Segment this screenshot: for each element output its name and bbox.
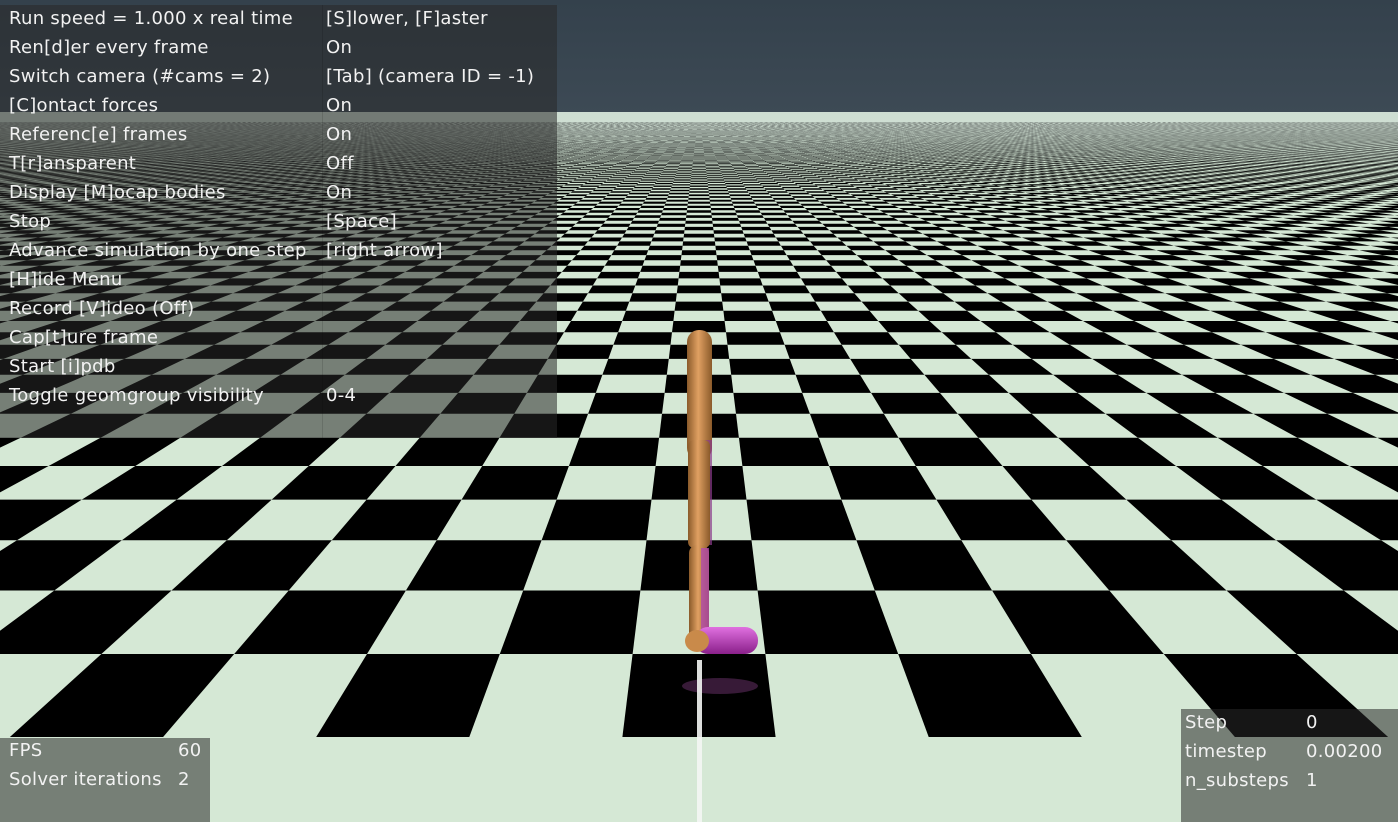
row-label: Step bbox=[1185, 708, 1227, 737]
row-label: [C]ontact forces bbox=[9, 91, 158, 120]
step-stats-panel: Step 0 timestep 0.00200 n_substeps 1 bbox=[1181, 709, 1398, 822]
row-label: Referenc[e] frames bbox=[9, 120, 188, 149]
row-label: timestep bbox=[1185, 737, 1267, 766]
row-label: Run speed = 1.000 x real time bbox=[9, 4, 293, 33]
row-label: Start [i]pdb bbox=[9, 352, 116, 381]
row-label: Toggle geomgroup visibility bbox=[9, 381, 264, 410]
thigh bbox=[688, 440, 710, 548]
ankle-joint bbox=[685, 630, 709, 652]
row-label: Display [M]ocap bodies bbox=[9, 178, 226, 207]
menu-column-divider bbox=[322, 5, 323, 438]
row-value: On bbox=[326, 91, 352, 120]
row-label: Advance simulation by one step bbox=[9, 236, 307, 265]
row-value: On bbox=[326, 178, 352, 207]
row-value: 0.00200 bbox=[1306, 737, 1383, 766]
row-value: 0 bbox=[1306, 708, 1318, 737]
row-label: Cap[t]ure frame bbox=[9, 323, 158, 352]
row-value: On bbox=[326, 33, 352, 62]
foot-reflection bbox=[682, 678, 758, 694]
row-label: [H]ide Menu bbox=[9, 265, 123, 294]
row-value: 2 bbox=[178, 765, 190, 794]
row-label: Record [V]ideo (Off) bbox=[9, 294, 194, 323]
row-label: FPS bbox=[9, 736, 43, 765]
row-label: Solver iterations bbox=[9, 765, 162, 794]
row-label: Stop bbox=[9, 207, 51, 236]
row-value: 0-4 bbox=[326, 381, 356, 410]
fps-stats-panel: FPS 60 Solver iterations 2 bbox=[0, 738, 210, 822]
row-value: Off bbox=[326, 149, 354, 178]
row-value: [right arrow] bbox=[326, 236, 443, 265]
row-label: Ren[d]er every frame bbox=[9, 33, 209, 62]
row-value: [Tab] (camera ID = -1) bbox=[326, 62, 534, 91]
row-value: 60 bbox=[178, 736, 202, 765]
reference-frame-line bbox=[697, 660, 702, 822]
row-label: n_substeps bbox=[1185, 766, 1289, 795]
row-value: [S]lower, [F]aster bbox=[326, 4, 488, 33]
help-menu-panel: Run speed = 1.000 x real time [S]lower, [… bbox=[0, 5, 557, 438]
row-label: T[r]ansparent bbox=[9, 149, 136, 178]
row-value: 1 bbox=[1306, 766, 1318, 795]
row-value: [Space] bbox=[326, 207, 397, 236]
row-value: On bbox=[326, 120, 352, 149]
row-label: Switch camera (#cams = 2) bbox=[9, 62, 270, 91]
leg-shade bbox=[701, 548, 709, 640]
